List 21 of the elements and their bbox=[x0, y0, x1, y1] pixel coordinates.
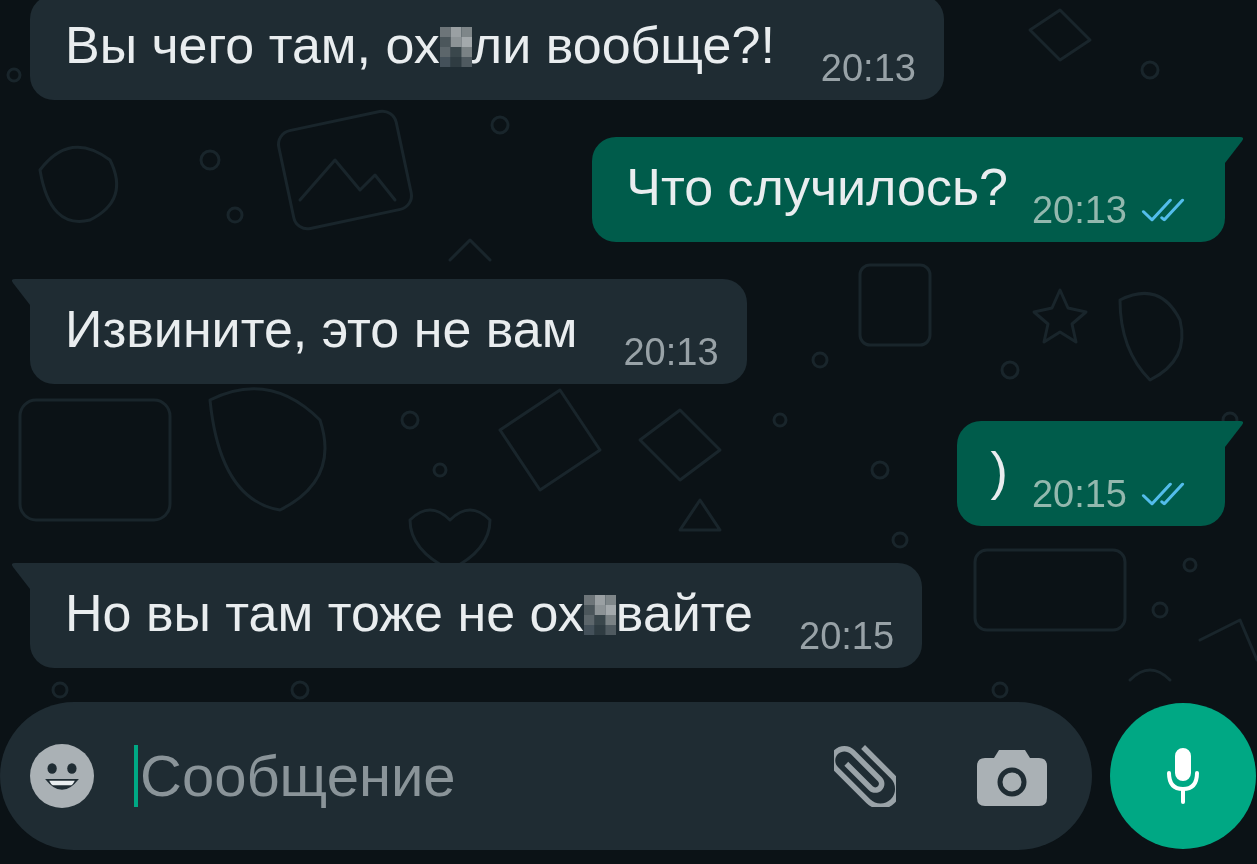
message-text: Извините, это не вам bbox=[65, 299, 578, 359]
smiley-icon bbox=[30, 744, 94, 808]
message-input[interactable]: Сообщение bbox=[140, 741, 812, 811]
attach-button[interactable] bbox=[832, 743, 898, 809]
censor-mosaic-icon bbox=[439, 27, 472, 67]
message-time: 20:13 bbox=[623, 330, 719, 374]
message-text: ли вообще?! bbox=[471, 15, 775, 75]
microphone-icon bbox=[1166, 747, 1200, 805]
paperclip-icon bbox=[834, 745, 896, 807]
message-text: ) bbox=[990, 441, 1008, 501]
message-time: 20:15 bbox=[799, 614, 895, 658]
message-time: 20:15 bbox=[1031, 472, 1127, 516]
message-text: Вы чего там, ох bbox=[65, 15, 440, 75]
message-field[interactable]: Сообщение bbox=[0, 702, 1092, 850]
message-time: 20:13 bbox=[1031, 188, 1127, 232]
message-text: Что случилось? bbox=[626, 157, 1008, 217]
message-text: вайте bbox=[615, 583, 754, 643]
message-time: 20:13 bbox=[820, 46, 916, 90]
message-text: Но вы там тоже не ох bbox=[65, 583, 584, 643]
censor-mosaic-icon bbox=[583, 595, 616, 635]
emoji-button[interactable] bbox=[30, 744, 94, 808]
